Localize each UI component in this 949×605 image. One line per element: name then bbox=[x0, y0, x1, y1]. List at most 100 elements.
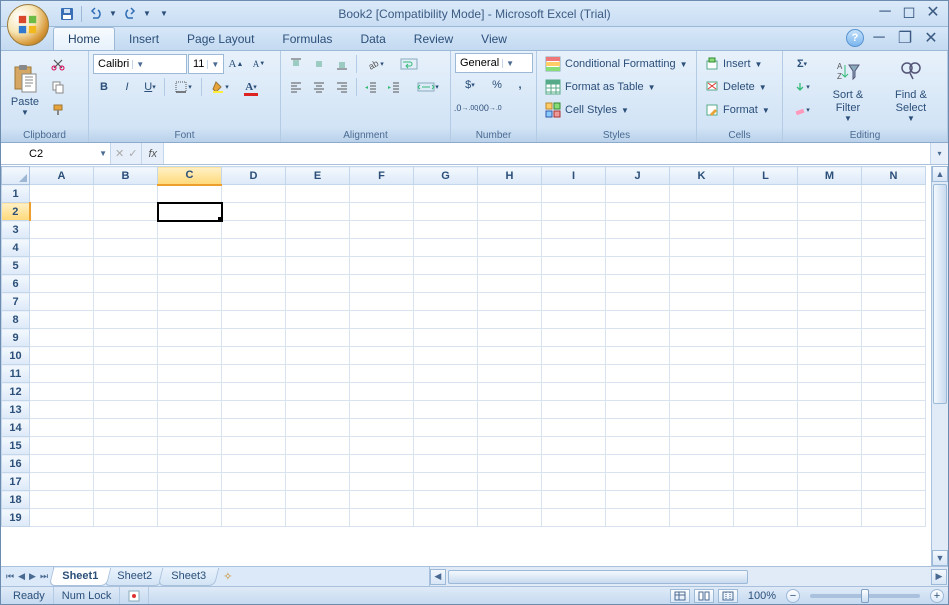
shrink-font-icon[interactable]: A▼ bbox=[248, 53, 270, 75]
cell-G10[interactable] bbox=[414, 347, 478, 365]
sheet-first-icon[interactable]: ⏮ bbox=[5, 571, 15, 582]
col-header-J[interactable]: J bbox=[606, 167, 670, 185]
cell-A2[interactable] bbox=[30, 203, 94, 221]
cell-I1[interactable] bbox=[542, 185, 606, 203]
cell-K3[interactable] bbox=[670, 221, 734, 239]
cell-H14[interactable] bbox=[478, 419, 542, 437]
cell-J2[interactable] bbox=[606, 203, 670, 221]
cell-K10[interactable] bbox=[670, 347, 734, 365]
cell-L4[interactable] bbox=[734, 239, 798, 257]
cell-C13[interactable] bbox=[158, 401, 222, 419]
cell-C4[interactable] bbox=[158, 239, 222, 257]
close-button[interactable]: ✕ bbox=[922, 3, 944, 21]
cell-E16[interactable] bbox=[286, 455, 350, 473]
align-middle-icon[interactable] bbox=[308, 53, 330, 75]
zoom-slider[interactable] bbox=[810, 594, 920, 598]
cell-C15[interactable] bbox=[158, 437, 222, 455]
format-painter-icon[interactable] bbox=[47, 99, 69, 121]
zoom-out-icon[interactable]: − bbox=[786, 589, 800, 603]
cell-L9[interactable] bbox=[734, 329, 798, 347]
cell-F8[interactable] bbox=[350, 311, 414, 329]
cell-J7[interactable] bbox=[606, 293, 670, 311]
cell-C2[interactable] bbox=[158, 203, 222, 221]
cell-K7[interactable] bbox=[670, 293, 734, 311]
find-select-button[interactable]: Find & Select▼ bbox=[879, 53, 943, 127]
cell-K15[interactable] bbox=[670, 437, 734, 455]
cell-J9[interactable] bbox=[606, 329, 670, 347]
cell-C17[interactable] bbox=[158, 473, 222, 491]
sheet-tab-1[interactable]: Sheet1 bbox=[49, 568, 112, 586]
cell-J12[interactable] bbox=[606, 383, 670, 401]
tab-review[interactable]: Review bbox=[400, 28, 467, 50]
merge-center-icon[interactable]: ▾ bbox=[413, 76, 443, 98]
format-cells-button[interactable]: Format▼ bbox=[701, 99, 774, 121]
horizontal-scrollbar[interactable]: ◀ ▶ bbox=[429, 567, 948, 586]
cell-H18[interactable] bbox=[478, 491, 542, 509]
cell-B3[interactable] bbox=[94, 221, 158, 239]
cell-H4[interactable] bbox=[478, 239, 542, 257]
cell-H1[interactable] bbox=[478, 185, 542, 203]
cell-B15[interactable] bbox=[94, 437, 158, 455]
scroll-left-icon[interactable]: ◀ bbox=[430, 569, 446, 585]
cell-C6[interactable] bbox=[158, 275, 222, 293]
cell-A13[interactable] bbox=[30, 401, 94, 419]
row-header-9[interactable]: 9 bbox=[2, 329, 30, 347]
cell-M19[interactable] bbox=[798, 509, 862, 527]
cell-G1[interactable] bbox=[414, 185, 478, 203]
cell-E7[interactable] bbox=[286, 293, 350, 311]
row-header-19[interactable]: 19 bbox=[2, 509, 30, 527]
fx-icon[interactable]: fx bbox=[142, 143, 164, 164]
cell-N19[interactable] bbox=[862, 509, 926, 527]
cell-C8[interactable] bbox=[158, 311, 222, 329]
align-right-icon[interactable] bbox=[331, 76, 353, 98]
undo-icon[interactable] bbox=[86, 4, 106, 24]
col-header-I[interactable]: I bbox=[542, 167, 606, 185]
cell-D9[interactable] bbox=[222, 329, 286, 347]
cell-B16[interactable] bbox=[94, 455, 158, 473]
cell-N16[interactable] bbox=[862, 455, 926, 473]
fill-color-icon[interactable]: ▾ bbox=[205, 76, 235, 98]
cell-I4[interactable] bbox=[542, 239, 606, 257]
orientation-icon[interactable]: ab▾ bbox=[360, 53, 390, 75]
vertical-scrollbar[interactable]: ▲ ▼ bbox=[931, 166, 948, 566]
cell-I19[interactable] bbox=[542, 509, 606, 527]
cell-M10[interactable] bbox=[798, 347, 862, 365]
cell-D17[interactable] bbox=[222, 473, 286, 491]
cell-K1[interactable] bbox=[670, 185, 734, 203]
cell-H6[interactable] bbox=[478, 275, 542, 293]
col-header-D[interactable]: D bbox=[222, 167, 286, 185]
cell-F2[interactable] bbox=[350, 203, 414, 221]
cell-C5[interactable] bbox=[158, 257, 222, 275]
col-header-K[interactable]: K bbox=[670, 167, 734, 185]
cell-J19[interactable] bbox=[606, 509, 670, 527]
cell-C16[interactable] bbox=[158, 455, 222, 473]
copy-icon[interactable] bbox=[47, 76, 69, 98]
cell-A4[interactable] bbox=[30, 239, 94, 257]
cell-A17[interactable] bbox=[30, 473, 94, 491]
row-header-18[interactable]: 18 bbox=[2, 491, 30, 509]
cell-N10[interactable] bbox=[862, 347, 926, 365]
cell-L7[interactable] bbox=[734, 293, 798, 311]
cell-D14[interactable] bbox=[222, 419, 286, 437]
cell-N13[interactable] bbox=[862, 401, 926, 419]
cell-E18[interactable] bbox=[286, 491, 350, 509]
cell-M17[interactable] bbox=[798, 473, 862, 491]
cell-H17[interactable] bbox=[478, 473, 542, 491]
cell-A18[interactable] bbox=[30, 491, 94, 509]
cell-B13[interactable] bbox=[94, 401, 158, 419]
cell-G17[interactable] bbox=[414, 473, 478, 491]
workbook-minimize-button[interactable]: ─ bbox=[868, 29, 890, 47]
delete-cells-button[interactable]: Delete▼ bbox=[701, 76, 771, 98]
cell-D4[interactable] bbox=[222, 239, 286, 257]
page-break-view-icon[interactable] bbox=[718, 589, 738, 603]
row-header-8[interactable]: 8 bbox=[2, 311, 30, 329]
conditional-formatting-button[interactable]: Conditional Formatting▼ bbox=[541, 53, 692, 75]
cell-K14[interactable] bbox=[670, 419, 734, 437]
cell-N8[interactable] bbox=[862, 311, 926, 329]
cell-D5[interactable] bbox=[222, 257, 286, 275]
cell-I14[interactable] bbox=[542, 419, 606, 437]
cell-C3[interactable] bbox=[158, 221, 222, 239]
row-header-11[interactable]: 11 bbox=[2, 365, 30, 383]
col-header-B[interactable]: B bbox=[94, 167, 158, 185]
cell-G12[interactable] bbox=[414, 383, 478, 401]
